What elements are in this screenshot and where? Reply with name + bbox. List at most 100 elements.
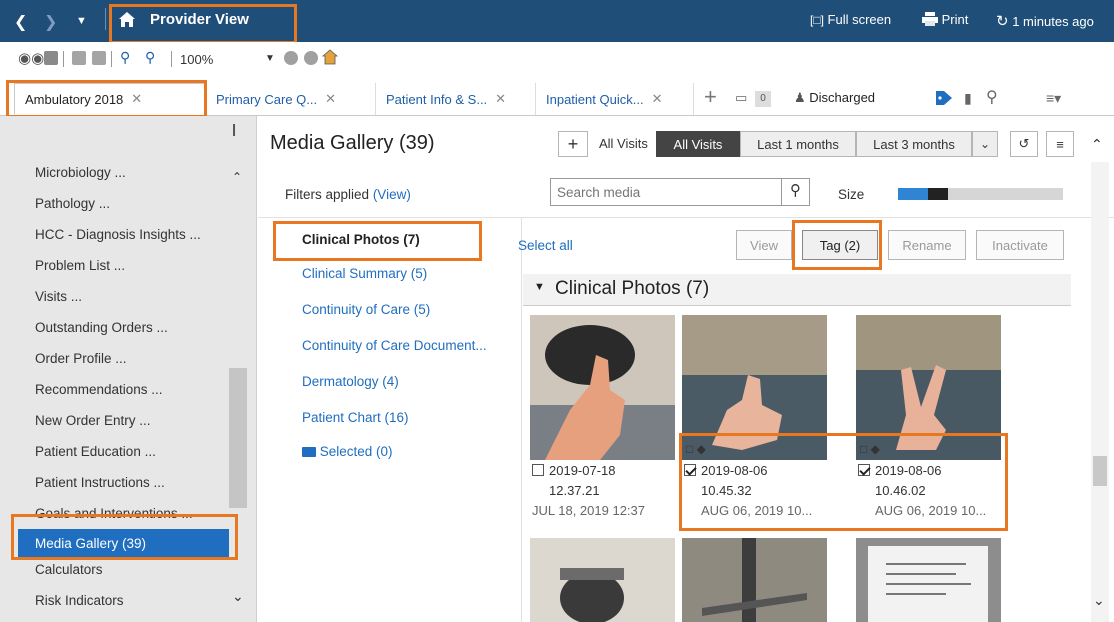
filters-view-link[interactable]: (View) [373, 187, 411, 202]
filters-label: Filters applied [285, 187, 370, 202]
print-button[interactable]: Print [922, 12, 968, 27]
add-media-button[interactable]: + [558, 131, 588, 157]
photo-time: 12.37.21 [549, 483, 600, 498]
discharged-status[interactable]: ♟ Discharged [794, 90, 875, 106]
print-label: Print [941, 12, 969, 27]
photo-thumbnail[interactable] [530, 315, 675, 460]
sidebar-item-order-profile[interactable]: Order Profile ... [35, 351, 127, 366]
view-button[interactable]: View [736, 230, 792, 260]
visits-label: All Visits [599, 136, 648, 151]
zoom-in-icon[interactable]: ⚲ [145, 49, 155, 66]
forward-arrow-icon[interactable]: ❯ [44, 12, 57, 32]
sidebar-item-patient-instructions[interactable]: Patient Instructions ... [35, 475, 165, 490]
category-continuity-of-care-document[interactable]: Continuity of Care Document... [302, 338, 487, 353]
zoom-out-icon[interactable]: ⚲ [120, 49, 130, 66]
size-slider-fill [898, 188, 928, 200]
sidebar-item-visits[interactable]: Visits ... [35, 289, 82, 304]
sidebar-item-goals-interventions[interactable]: Goals and Interventions ... [35, 506, 193, 521]
inbox-icon[interactable]: ▭ [735, 90, 747, 106]
tab-menu-icon[interactable]: ≡▾ [1046, 90, 1061, 107]
tab-primary-care[interactable]: Primary Care Q... ✕ [206, 83, 376, 115]
pin-icon[interactable]: ❙ [229, 122, 239, 136]
document-icon[interactable] [44, 51, 58, 65]
gallery-menu-button[interactable]: ≡ [1046, 131, 1074, 157]
filter-all-visits[interactable]: All Visits [656, 131, 740, 157]
sidebar-scrollbar[interactable] [229, 368, 247, 508]
tag-icon[interactable] [935, 90, 953, 106]
category-clinical-summary[interactable]: Clinical Summary (5) [302, 266, 427, 281]
refresh-button[interactable]: ↻ 1 minutes ago [996, 12, 1094, 30]
toolbar-divider [63, 51, 64, 67]
tab-ambulatory-2018[interactable]: Ambulatory 2018 ✕ [14, 83, 206, 115]
photo-thumbnail[interactable] [682, 315, 827, 460]
panel-scroll-down-icon[interactable]: ⌄ [1093, 592, 1105, 609]
close-icon[interactable]: ✕ [325, 91, 336, 107]
search-icon[interactable]: ⚲ [781, 179, 809, 205]
scroll-up-icon[interactable]: ⌃ [232, 170, 242, 184]
home-icon[interactable] [118, 11, 136, 28]
tag-button[interactable]: Tag (2) [802, 230, 878, 260]
tab-inpatient-quick[interactable]: Inpatient Quick... ✕ [536, 83, 694, 115]
sidebar-item-microbiology[interactable]: Microbiology ... [35, 165, 126, 180]
tab-patient-info[interactable]: Patient Info & S... ✕ [376, 83, 536, 115]
sidebar-item-media-gallery[interactable]: Media Gallery (39) [18, 529, 229, 559]
tab-label: Ambulatory 2018 [25, 91, 124, 107]
tab-label: Primary Care Q... [216, 91, 318, 107]
gallery-scrollbar[interactable] [1091, 162, 1109, 622]
bookmark-icon[interactable]: ▮ [964, 90, 972, 107]
binoculars-icon[interactable]: ◉◉ [18, 49, 44, 67]
panel-scroll-up-icon[interactable]: ⌃ [1091, 136, 1103, 153]
fullscreen-button[interactable]: [□] Full screen [810, 12, 891, 27]
gallery-scrollbar-thumb[interactable] [1093, 456, 1107, 486]
refresh-gallery-button[interactable]: ↺ [1010, 131, 1038, 157]
photo-checkbox[interactable] [532, 464, 544, 476]
sidebar-item-pathology[interactable]: Pathology ... [35, 196, 110, 211]
sidebar-item-problem-list[interactable]: Problem List ... [35, 258, 125, 273]
sidebar-item-new-order-entry[interactable]: New Order Entry ... [35, 413, 151, 428]
tab-label: Patient Info & S... [386, 91, 488, 107]
zoom-dropdown-icon[interactable]: ▼ [265, 53, 275, 64]
photo-thumbnail[interactable] [530, 538, 675, 622]
inactivate-button[interactable]: Inactivate [976, 230, 1064, 260]
filter-last-3-months[interactable]: Last 3 months [856, 131, 972, 157]
photo-thumbnail[interactable] [682, 538, 827, 622]
sidebar-item-calculators[interactable]: Calculators [35, 562, 103, 577]
sidebar-item-hcc-diagnosis[interactable]: HCC - Diagnosis Insights ... [35, 227, 201, 242]
category-clinical-photos[interactable]: Clinical Photos (7) [302, 232, 420, 247]
search-input[interactable] [551, 179, 776, 205]
chevron-down-icon: ⌄ [979, 137, 991, 151]
gallery-title: Media Gallery (39) [270, 132, 435, 155]
history-dropdown-icon[interactable]: ▼ [76, 15, 87, 27]
paste-icon[interactable] [92, 51, 106, 65]
photo-thumbnail[interactable] [856, 315, 1001, 460]
sidebar-item-risk-indicators[interactable]: Risk Indicators [35, 593, 124, 608]
close-icon[interactable]: ✕ [131, 91, 142, 107]
sidebar-item-recommendations[interactable]: Recommendations ... [35, 382, 163, 397]
add-tab-icon[interactable]: + [704, 84, 717, 110]
select-all-link[interactable]: Select all [518, 238, 573, 253]
circle-button-icon-2[interactable] [304, 51, 318, 65]
filter-last-1-months[interactable]: Last 1 months [740, 131, 856, 157]
circle-button-icon[interactable] [284, 51, 298, 65]
photo-thumbnail[interactable] [856, 538, 1001, 622]
sidebar-item-outstanding-orders[interactable]: Outstanding Orders ... [35, 320, 168, 335]
visit-filter-dropdown[interactable]: ⌄ [972, 131, 998, 157]
category-patient-chart[interactable]: Patient Chart (16) [302, 410, 409, 425]
rename-button[interactable]: Rename [888, 230, 966, 260]
size-slider-handle[interactable] [928, 188, 948, 200]
back-arrow-icon[interactable]: ❮ [14, 12, 27, 32]
category-dermatology[interactable]: Dermatology (4) [302, 374, 399, 389]
collapse-section-icon[interactable]: ▼ [534, 281, 545, 293]
sidebar-item-patient-education[interactable]: Patient Education ... [35, 444, 156, 459]
category-selected[interactable]: Selected (0) [302, 444, 393, 459]
size-slider[interactable] [898, 188, 1063, 200]
copy-icon[interactable] [72, 51, 86, 65]
scroll-down-icon[interactable]: ⌄ [232, 588, 244, 605]
photo-checkbox[interactable] [858, 464, 870, 476]
category-continuity-of-care[interactable]: Continuity of Care (5) [302, 302, 430, 317]
search-icon[interactable]: ⚲ [986, 87, 998, 107]
home-small-icon[interactable] [322, 49, 338, 65]
close-icon[interactable]: ✕ [652, 91, 663, 107]
photo-checkbox[interactable] [684, 464, 696, 476]
close-icon[interactable]: ✕ [495, 91, 506, 107]
